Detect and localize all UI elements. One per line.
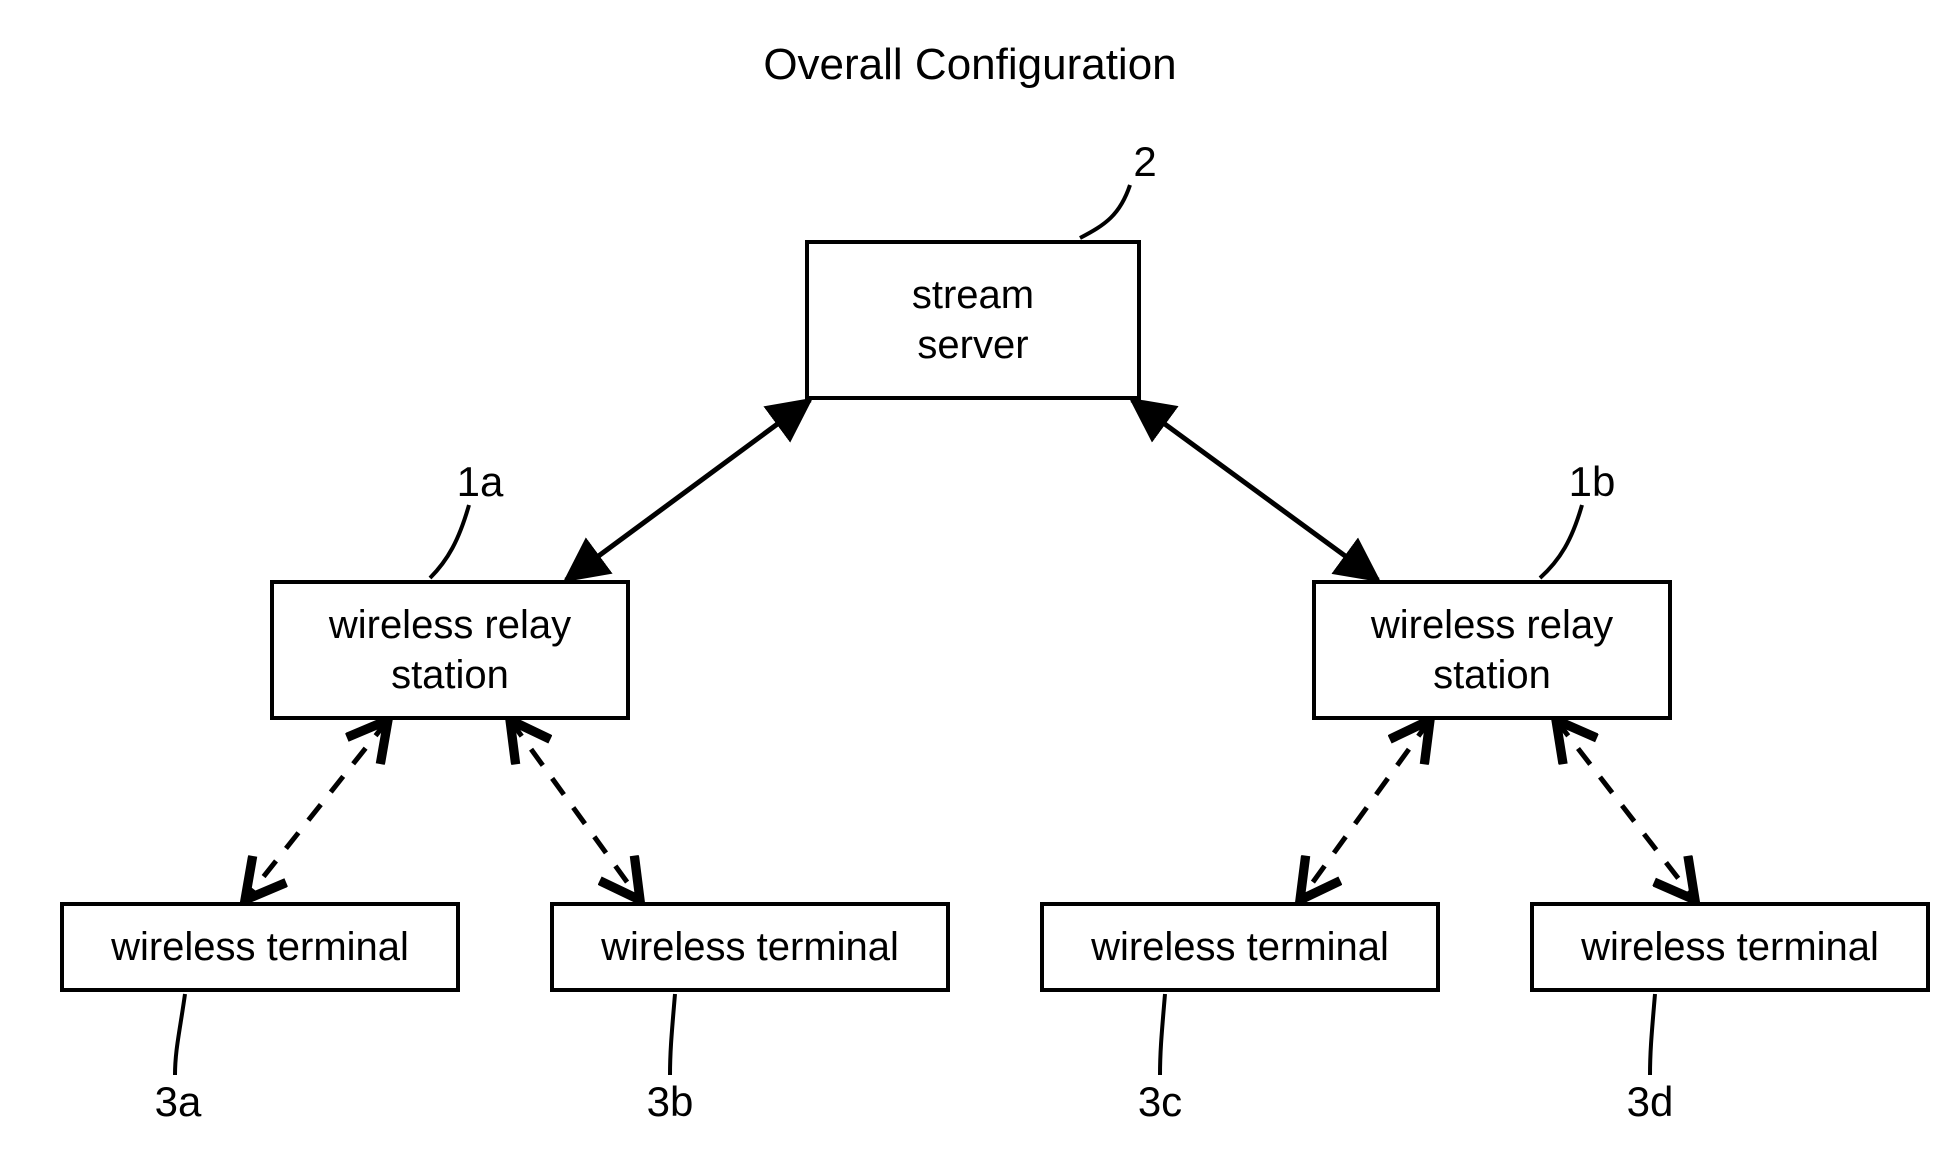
label-relay-a: 1a — [440, 458, 520, 506]
node-relay-a: wireless relay station — [270, 580, 630, 720]
leader-term-c — [1160, 994, 1165, 1075]
label-term-c: 3c — [1130, 1078, 1190, 1126]
leader-relay-b — [1540, 505, 1582, 578]
node-term-a: wireless terminal — [60, 902, 460, 992]
leader-relay-a — [430, 505, 469, 578]
node-term-c: wireless terminal — [1040, 902, 1440, 992]
node-stream-server: stream server — [805, 240, 1141, 400]
edge-relay-a-term-b — [510, 720, 640, 900]
edge-server-relay-b — [1132, 400, 1378, 580]
leader-term-d — [1650, 994, 1655, 1075]
edge-relay-a-term-a — [245, 720, 388, 900]
node-relay-b: wireless relay station — [1312, 580, 1672, 720]
label-term-d: 3d — [1620, 1078, 1680, 1126]
label-server: 2 — [1115, 138, 1175, 186]
label-term-b: 3b — [640, 1078, 700, 1126]
edge-relay-b-term-d — [1556, 720, 1695, 900]
node-term-d: wireless terminal — [1530, 902, 1930, 992]
node-term-a-text: wireless terminal — [111, 922, 409, 972]
edge-relay-b-term-c — [1300, 720, 1430, 900]
node-relay-b-text: wireless relay station — [1371, 600, 1613, 700]
node-term-b: wireless terminal — [550, 902, 950, 992]
node-stream-server-text: stream server — [912, 270, 1034, 370]
leader-server — [1080, 185, 1130, 238]
node-relay-a-text: wireless relay station — [329, 600, 571, 700]
diagram-stage: Overall Configuration stream server 2 wi… — [0, 0, 1940, 1154]
label-relay-b: 1b — [1552, 458, 1632, 506]
node-term-d-text: wireless terminal — [1581, 922, 1879, 972]
diagram-title: Overall Configuration — [0, 40, 1940, 90]
label-term-a: 3a — [148, 1078, 208, 1126]
leader-term-b — [670, 994, 675, 1075]
node-term-b-text: wireless terminal — [601, 922, 899, 972]
leader-term-a — [175, 994, 185, 1075]
node-term-c-text: wireless terminal — [1091, 922, 1389, 972]
edge-server-relay-a — [566, 400, 810, 580]
